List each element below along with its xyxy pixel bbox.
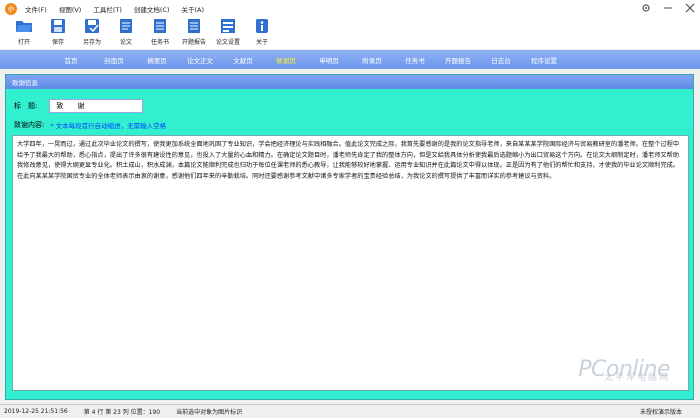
menu-bar: 小 文件(F) 视图(V) 工具栏(T) 创建文档(C) 关于(A): [0, 0, 700, 17]
thesis-settings-label: 论文设置: [216, 39, 241, 46]
menu-create-document[interactable]: 创建文档(C): [134, 4, 170, 14]
nav-abstract[interactable]: 摘要页: [136, 55, 178, 65]
about-button[interactable]: 关于: [250, 17, 274, 46]
nav-proposal-report[interactable]: 开题报告: [437, 55, 479, 65]
nav-program-settings[interactable]: 程序设置: [523, 55, 565, 65]
title-row: 标 题: 致 谢: [14, 99, 144, 113]
save-icon: [49, 17, 67, 35]
acknowledgement-text: 大学四年，一晃而过，通过此次毕业论文的撰写，使我更加系统全面地巩固了专业知识，学…: [17, 141, 680, 180]
save-as-button[interactable]: 另存为: [80, 17, 104, 46]
settings-gear-icon[interactable]: [640, 2, 652, 14]
nav-log[interactable]: 日志台: [480, 55, 522, 65]
title-input[interactable]: 致 谢: [49, 99, 144, 113]
save-label: 保存: [51, 39, 64, 46]
task-book-button[interactable]: 任务书: [148, 17, 172, 46]
app-logo-icon: 小: [5, 2, 17, 15]
nav-task-book[interactable]: 任务书: [394, 55, 436, 65]
open-button[interactable]: 打开: [12, 17, 36, 46]
nav-home[interactable]: 首页: [50, 55, 92, 65]
watermark: PConline 太平洋电脑网: [578, 359, 670, 384]
nav-cover[interactable]: 封面页: [93, 55, 135, 65]
thesis-button[interactable]: 论文: [114, 17, 138, 46]
thesis-label: 论文: [119, 39, 132, 46]
settings-doc-icon: [219, 17, 237, 35]
toolbar: 打开 保存 另存为 论文 任务书 开题报告 论文设置 关于: [0, 17, 700, 49]
nav-bar: 首页 封面页 摘要页 论文正文 文献页 致谢页 申明页 附录页 任务书 开题报告…: [0, 50, 700, 69]
status-message: 当前选中对象为图片标识: [176, 409, 243, 416]
task-book-label: 任务书: [150, 39, 169, 46]
nav-thesis-body[interactable]: 论文正文: [179, 55, 221, 65]
save-as-icon: [83, 17, 101, 35]
folder-open-icon: [15, 17, 33, 35]
content-label: 致谢内容:: [14, 121, 45, 129]
status-datetime: 2019-12-25 21:51:56: [4, 408, 68, 415]
proposal-report-label: 开题报告: [182, 39, 207, 46]
proposal-report-button[interactable]: 开题报告: [182, 17, 206, 46]
status-cursor-position: 第 4 行 第 23 列 位置：190: [83, 409, 161, 416]
menu-toolbar[interactable]: 工具栏(T): [93, 4, 122, 14]
nav-appendix[interactable]: 附录页: [351, 55, 393, 65]
nav-references[interactable]: 文献页: [222, 55, 264, 65]
task-book-icon: [151, 17, 169, 35]
panel-header: 致谢信息: [6, 75, 693, 89]
content-row: 致谢内容: * 文本每段首行自动缩进，无需输入空格: [14, 120, 166, 130]
open-label: 打开: [17, 39, 30, 46]
title-label: 标 题:: [14, 102, 38, 110]
menu-about[interactable]: 关于(A): [182, 4, 205, 14]
close-icon[interactable]: [684, 2, 696, 14]
acknowledgement-textarea[interactable]: 大学四年，一晃而过，通过此次毕业论文的撰写，使我更加系统全面地巩固了专业知识，学…: [12, 135, 689, 391]
save-as-label: 另存为: [82, 39, 101, 46]
document-icon: [117, 17, 135, 35]
status-bar: 2019-12-25 21:51:56 第 4 行 第 23 列 位置：190 …: [0, 404, 700, 418]
nav-acknowledgement[interactable]: 致谢页: [265, 55, 307, 65]
menu-view[interactable]: 视图(V): [59, 4, 82, 14]
save-button[interactable]: 保存: [46, 17, 70, 46]
status-mode: 未授权演示版本: [639, 409, 682, 416]
info-icon: [253, 17, 271, 35]
menu-file[interactable]: 文件(F): [25, 4, 47, 14]
thesis-settings-button[interactable]: 论文设置: [216, 17, 240, 46]
indent-hint: * 文本每段首行自动缩进，无需输入空格: [50, 122, 167, 130]
about-label: 关于: [255, 39, 268, 46]
acknowledgement-panel: 致谢信息 标 题: 致 谢 致谢内容: * 文本每段首行自动缩进，无需输入空格 …: [5, 74, 694, 400]
nav-declaration[interactable]: 申明页: [308, 55, 350, 65]
report-icon: [185, 17, 203, 35]
minimize-icon[interactable]: [662, 2, 674, 14]
